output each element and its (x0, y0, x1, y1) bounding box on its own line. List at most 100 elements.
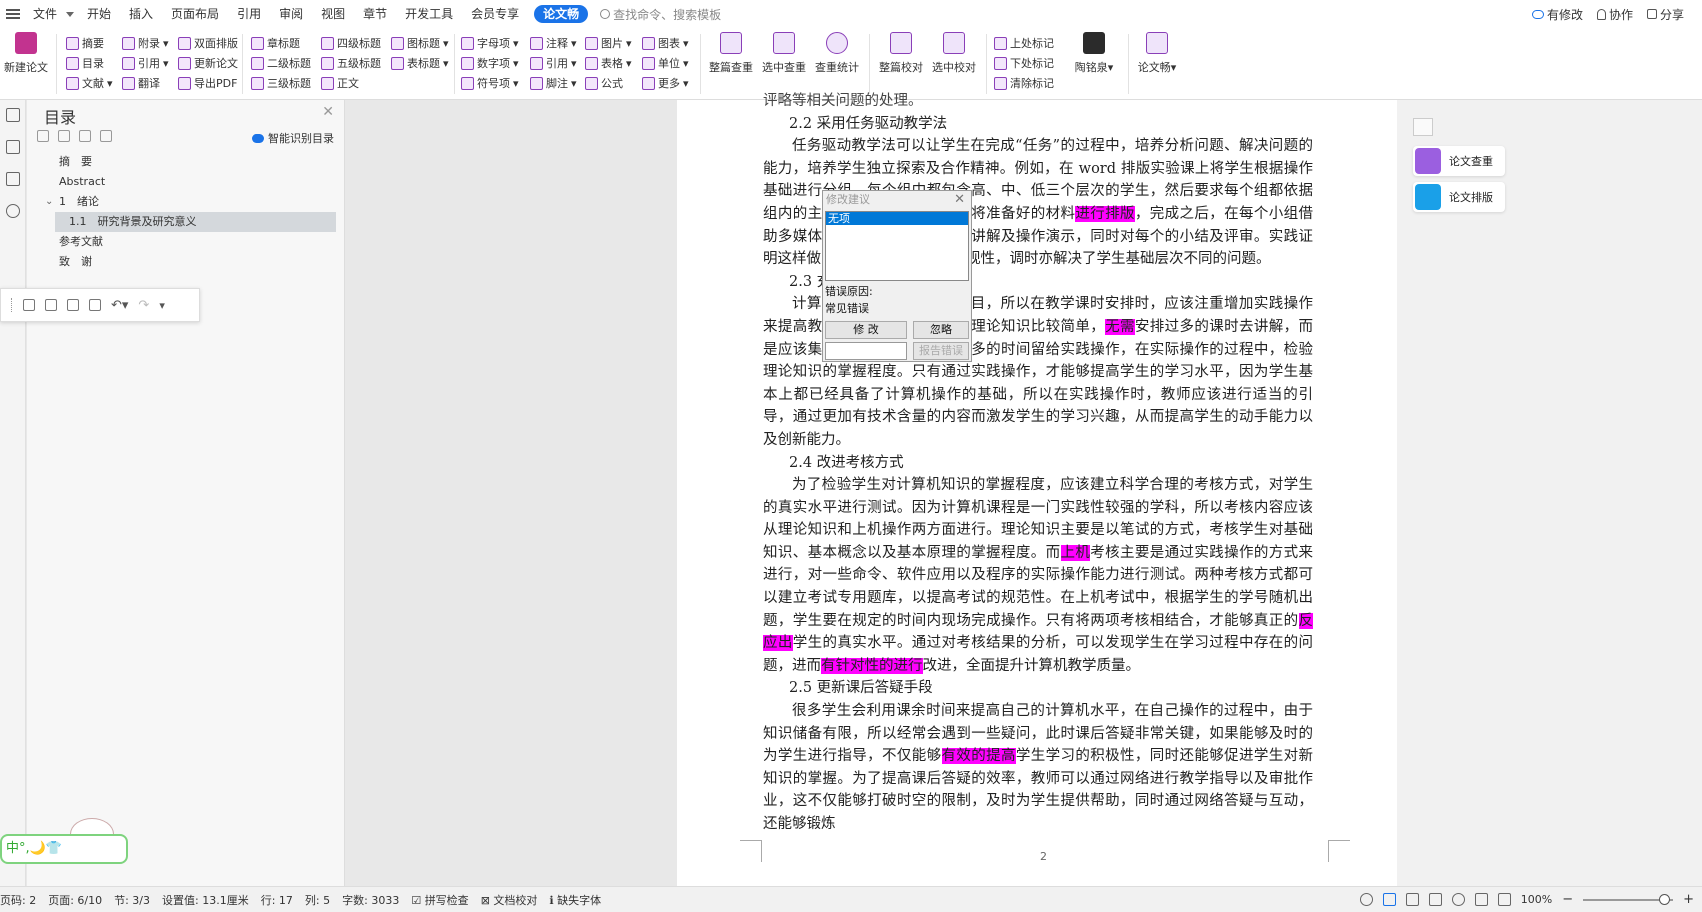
undo-icon[interactable]: ↶▾ (111, 298, 128, 313)
spell-check-toggle[interactable]: ☑ 拼写检查 (411, 892, 468, 908)
tab-chapter[interactable]: 章节 (354, 0, 396, 28)
status-line[interactable]: 行: 17 (261, 892, 293, 908)
paper-check-button[interactable]: 论文查重 (1413, 146, 1505, 176)
selection-proof-button[interactable]: 选中校对 (928, 32, 980, 75)
references-button[interactable]: 文献 ▾ (66, 74, 113, 92)
pen-icon[interactable] (1474, 893, 1488, 906)
full-check-button[interactable]: 整篇查重 (705, 32, 757, 75)
new-paper-button[interactable]: 新建论文 (0, 32, 52, 75)
picture-button[interactable]: 图片 ▾ (585, 34, 632, 52)
chart-button[interactable]: 图表 ▾ (642, 34, 689, 52)
symbol-item-button[interactable]: 符号项 ▾ (461, 74, 519, 92)
folder-icon[interactable] (5, 140, 20, 154)
file-menu[interactable]: 文件 (24, 0, 66, 28)
expand-icon[interactable] (58, 130, 70, 142)
check-stats-button[interactable]: 查重统计 (811, 32, 863, 75)
translate-button[interactable]: 翻译 (122, 74, 160, 92)
customize-icon[interactable]: ▾ (159, 299, 165, 312)
tab-view[interactable]: 视图 (312, 0, 354, 28)
page-view-icon[interactable] (1382, 893, 1396, 906)
fix-button[interactable]: 修 改 (825, 321, 907, 339)
search-icon[interactable] (5, 204, 20, 218)
status-section[interactable]: 节: 3/3 (114, 892, 150, 908)
tab-page-layout[interactable]: 页面布局 (162, 0, 228, 28)
print-icon[interactable] (67, 299, 79, 311)
outline-view-icon[interactable] (1405, 893, 1419, 906)
tab-lunwenchang[interactable]: 论文畅 (534, 5, 589, 23)
toc-item[interactable]: ⌄ 1 绪论 (27, 192, 345, 212)
status-page-count[interactable]: 页面: 6/10 (48, 892, 102, 908)
next-mark-button[interactable]: 下处标记 (994, 54, 1054, 72)
error-highlight[interactable]: 有效的提高 (941, 748, 1016, 765)
dialog-title[interactable]: 修改建议 ✕ (823, 191, 971, 209)
ignore-button[interactable]: 忽略 (913, 321, 969, 339)
menu-icon[interactable] (6, 9, 20, 19)
double-side-layout-button[interactable]: 双面排版 (178, 34, 238, 52)
citation-button[interactable]: 引用 ▾ (122, 54, 169, 72)
status-word-count[interactable]: 字数: 3033 (342, 892, 399, 908)
figure-title-button[interactable]: 图标题 ▾ (391, 34, 449, 52)
save-icon[interactable] (23, 299, 35, 311)
annotation-button[interactable]: 注释 ▾ (530, 34, 577, 52)
close-icon[interactable]: ✕ (954, 191, 965, 209)
collapse-panel-icon[interactable] (1413, 118, 1433, 136)
abstract-button[interactable]: 摘要 (66, 34, 104, 52)
letter-item-button[interactable]: 字母项 ▾ (461, 34, 519, 52)
collapse-icon[interactable] (37, 130, 49, 142)
chapter-title-button[interactable]: 章标题 (251, 34, 300, 52)
more-button[interactable]: 更多 ▾ (642, 74, 689, 92)
correction-input[interactable] (825, 342, 907, 360)
tab-references[interactable]: 引用 (228, 0, 270, 28)
tab-insert[interactable]: 插入 (120, 0, 162, 28)
update-paper-button[interactable]: 更新论文 (178, 54, 238, 72)
full-proof-button[interactable]: 整篇校对 (875, 32, 927, 75)
toc-button[interactable]: 目录 (66, 54, 104, 72)
status-page-number[interactable]: 页码: 2 (0, 892, 36, 908)
ime-mascot[interactable]: 中°,🌙👕 (0, 818, 128, 866)
close-icon[interactable]: ✕ (322, 104, 334, 120)
prev-mark-button[interactable]: 上处标记 (994, 34, 1054, 52)
toc-item[interactable]: Abstract (27, 172, 345, 192)
table-title-button[interactable]: 表标题 ▾ (391, 54, 449, 72)
print-preview-icon[interactable] (89, 299, 101, 311)
level5-title-button[interactable]: 五级标题 (321, 54, 381, 72)
error-highlight[interactable]: 上机 (1060, 544, 1091, 561)
add-icon[interactable] (79, 130, 91, 142)
status-position[interactable]: 设置值: 13.1厘米 (162, 892, 249, 908)
collaborate-button[interactable]: 协作 (1596, 6, 1633, 23)
error-highlight[interactable]: 进行排版 (1075, 205, 1135, 222)
format-painter-icon[interactable] (45, 299, 57, 311)
formula-button[interactable]: 公式 (585, 74, 623, 92)
zoom-level[interactable]: 100% (1521, 893, 1552, 906)
level2-title-button[interactable]: 二级标题 (251, 54, 311, 72)
level4-title-button[interactable]: 四级标题 (321, 34, 381, 52)
status-column[interactable]: 列: 5 (305, 892, 330, 908)
table-button[interactable]: 表格 ▾ (585, 54, 632, 72)
example-button[interactable]: 引用 ▾ (530, 54, 577, 72)
selection-check-button[interactable]: 选中查重 (758, 32, 810, 75)
reading-view-icon[interactable] (1428, 893, 1442, 906)
fit-page-icon[interactable] (1497, 893, 1511, 906)
remove-icon[interactable] (100, 130, 112, 142)
command-search[interactable]: 查找命令、搜索模板 (600, 6, 721, 23)
unit-button[interactable]: 单位 ▾ (642, 54, 689, 72)
lunwenchang-button[interactable]: 论文畅▾ (1131, 32, 1183, 75)
eye-protect-icon[interactable] (1359, 893, 1373, 906)
chevron-down-icon[interactable]: ⌄ (45, 192, 53, 212)
share-button[interactable]: 分享 (1646, 6, 1684, 23)
error-highlight[interactable]: 有针对性的进行 (821, 657, 923, 674)
smart-toc-button[interactable]: 智能识别目录 (252, 130, 334, 146)
zoom-slider-knob[interactable] (1659, 893, 1671, 905)
suggestion-option[interactable]: 无项 (826, 212, 968, 225)
level3-title-button[interactable]: 三级标题 (251, 74, 311, 92)
user-profile-button[interactable]: 陶铭泉▾ (1068, 32, 1120, 75)
tab-developer[interactable]: 开发工具 (396, 0, 462, 28)
report-error-button[interactable]: 报告错误 (913, 342, 969, 360)
number-item-button[interactable]: 数字项 ▾ (461, 54, 519, 72)
toc-panel-icon[interactable] (5, 108, 20, 122)
toc-item[interactable]: 参考文献 (27, 232, 345, 252)
doc-proof-button[interactable]: ⊠ 文档校对 (481, 892, 538, 908)
error-highlight[interactable]: 无需 (1105, 318, 1135, 335)
toc-item[interactable]: 摘 要 (27, 152, 345, 172)
paper-format-button[interactable]: 论文排版 (1413, 182, 1505, 212)
